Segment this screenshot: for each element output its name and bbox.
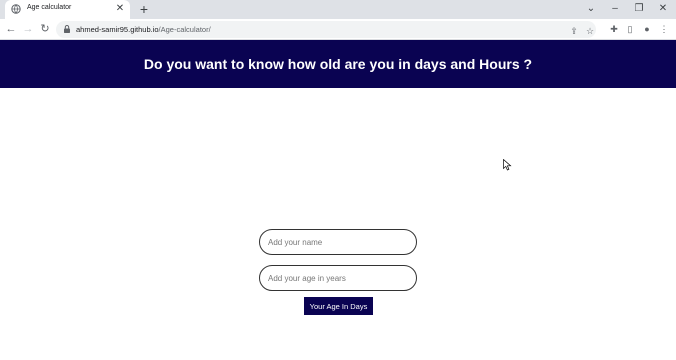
reload-icon[interactable]: ↻ <box>38 22 52 36</box>
share-icon[interactable]: ⇪ <box>568 25 580 37</box>
profile-avatar-icon[interactable]: ● <box>641 23 653 35</box>
browser-tab[interactable]: Age calculator ✕ <box>5 0 130 19</box>
lock-icon <box>64 25 70 33</box>
page-title: Do you want to know how old are you in d… <box>143 56 533 72</box>
menu-kebab-icon[interactable]: ⋮ <box>658 23 670 35</box>
forward-icon[interactable]: → <box>21 22 35 36</box>
url-host: ahmed-samir95.github.io <box>76 25 159 34</box>
url-path: /Age-calculator/ <box>158 25 211 34</box>
tab-strip: Age calculator ✕ + ⌄ – ❐ ✕ <box>0 0 676 19</box>
minimize-icon[interactable]: – <box>604 0 626 19</box>
bookmark-star-icon[interactable]: ☆ <box>584 25 596 37</box>
extensions-icon[interactable]: ✚ <box>608 23 620 35</box>
age-in-days-button[interactable]: Your Age In Days <box>304 297 373 315</box>
tab-close-icon[interactable]: ✕ <box>114 3 126 15</box>
address-bar[interactable]: ahmed-samir95.github.io/Age-calculator/ … <box>56 21 596 38</box>
mouse-cursor-icon <box>503 159 512 171</box>
close-window-icon[interactable]: ✕ <box>652 0 674 19</box>
back-icon[interactable]: ← <box>4 22 18 36</box>
url-text: ahmed-samir95.github.io/Age-calculator/ <box>76 25 211 34</box>
page-header: Do you want to know how old are you in d… <box>0 40 676 88</box>
side-panel-icon[interactable]: ▯ <box>624 23 636 35</box>
name-input[interactable] <box>259 229 417 255</box>
globe-icon <box>11 4 21 14</box>
tab-search-icon[interactable]: ⌄ <box>580 0 602 19</box>
restore-icon[interactable]: ❐ <box>628 0 650 19</box>
browser-toolbar: ← → ↻ ahmed-samir95.github.io/Age-calcul… <box>0 19 676 40</box>
age-input[interactable] <box>259 265 417 291</box>
new-tab-button[interactable]: + <box>137 1 151 17</box>
tab-title: Age calculator <box>27 4 72 11</box>
